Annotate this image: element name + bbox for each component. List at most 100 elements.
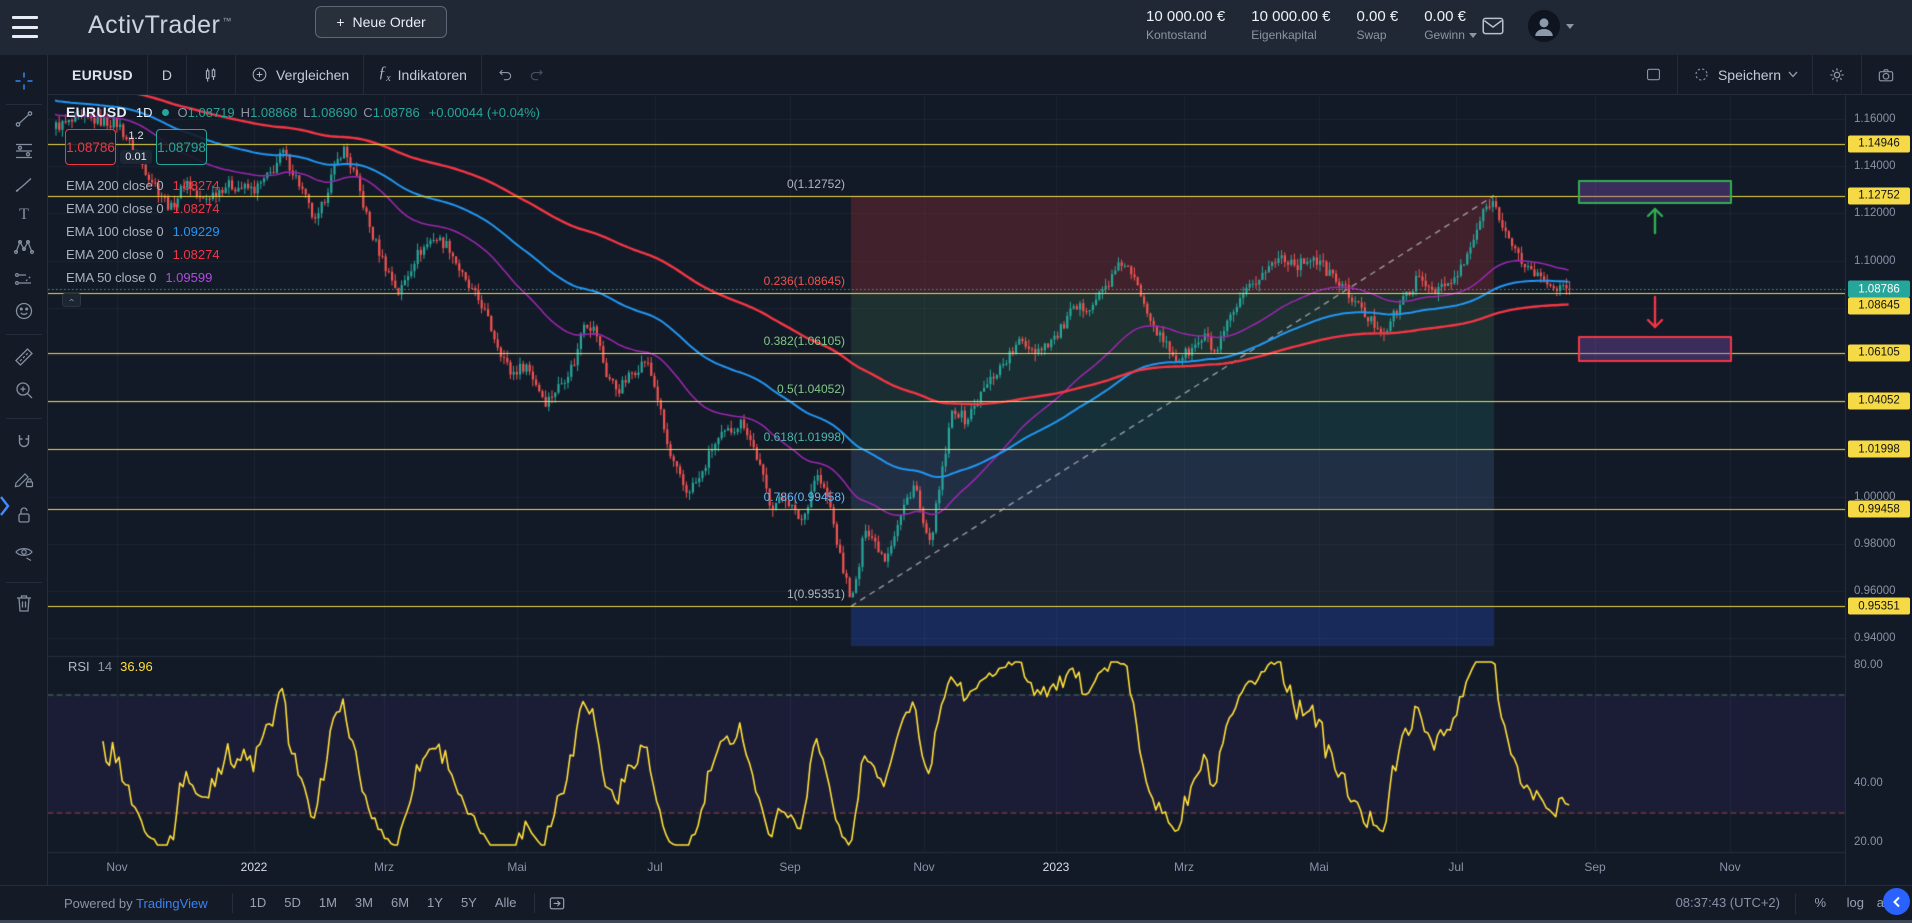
price-scale[interactable]: 1.160001.140001.120001.100001.000000.980… (1845, 95, 1912, 885)
crosshair-icon (12, 69, 36, 98)
sidebar-tool-ruler[interactable] (6, 344, 42, 374)
price-tick: 0.94000 (1854, 632, 1896, 644)
current-price-badge: 1.08786 (1848, 281, 1910, 298)
layout-button[interactable] (1638, 55, 1669, 94)
range-6m[interactable]: 6M (382, 895, 418, 910)
sidebar-tool-drawing-lock[interactable] (6, 466, 42, 496)
panel-expand-chevron[interactable] (0, 494, 11, 523)
sidebar-tool-trend-line[interactable] (6, 106, 42, 136)
price-tick: 1.16000 (1854, 113, 1896, 125)
plus-icon: + (336, 14, 344, 30)
sidebar-tool-crosshair[interactable] (6, 68, 42, 98)
sidebar-tool-zoom-in[interactable] (6, 377, 42, 407)
plus-circle-icon (250, 65, 269, 84)
chart-type-button[interactable] (195, 55, 227, 94)
range-1m[interactable]: 1M (310, 895, 346, 910)
indicators-button[interactable]: ƒx Indikatoren (372, 55, 473, 94)
range-5y[interactable]: 5Y (452, 895, 486, 910)
percent-scale-button[interactable]: % (1814, 895, 1826, 910)
ruler-icon (12, 345, 36, 374)
toolbar-divider (6, 582, 42, 583)
user-avatar[interactable] (1528, 10, 1574, 42)
indicator-row[interactable]: EMA 200 close 01.08274 (66, 174, 220, 197)
sidebar-tool-lock-all[interactable] (6, 502, 42, 532)
sidebar-tool-xabcd-pattern[interactable] (6, 234, 42, 264)
sidebar-tool-brush[interactable] (6, 172, 42, 202)
redo-button[interactable] (521, 55, 552, 94)
time-axis-label: Jul (647, 860, 662, 874)
compare-button[interactable]: Vergleichen (244, 55, 355, 94)
time-axis-label: Nov (106, 860, 127, 874)
sidebar-tool-forecast[interactable] (6, 266, 42, 296)
sidebar-tool-remove-drawings[interactable] (6, 590, 42, 620)
sidebar-tool-emoji[interactable] (6, 298, 42, 328)
menu-icon[interactable] (12, 16, 38, 38)
hide-drawings-icon (12, 541, 36, 570)
level-price-badge: 1.04052 (1848, 392, 1910, 409)
indicator-row[interactable]: EMA 200 close 01.08274 (66, 197, 220, 220)
mail-icon[interactable] (1480, 13, 1506, 44)
price-tick: 1.14000 (1854, 160, 1896, 172)
level-price-badge: 1.12752 (1848, 187, 1910, 204)
cloud-save-icon (1692, 65, 1711, 84)
legend-symbol[interactable]: EURUSD (66, 104, 127, 120)
candles-icon (201, 65, 221, 85)
zoom-in-icon (12, 378, 36, 407)
legend-interval[interactable]: 1D (136, 105, 153, 120)
account-stats: 10 000.00 €Kontostand10 000.00 €Eigenkap… (1146, 8, 1477, 42)
drawing-toolbar: T (0, 55, 48, 885)
gear-icon (1827, 65, 1847, 85)
spread-info: 1.2 0.01 (116, 129, 156, 165)
time-axis-label: Nov (913, 860, 934, 874)
market-status-dot (162, 109, 169, 116)
buy-price-button[interactable]: 1.08798 (156, 129, 207, 165)
sidebar-tool-magnet[interactable] (6, 430, 42, 460)
range-alle[interactable]: Alle (486, 895, 526, 910)
sidebar-tool-hide-drawings[interactable] (6, 540, 42, 570)
indicator-row[interactable]: EMA 200 close 01.08274 (66, 243, 220, 266)
new-order-button[interactable]: + Neue Order (315, 6, 447, 38)
undo-icon (496, 65, 515, 84)
level-price-badge: 1.14946 (1848, 135, 1910, 152)
stat-swap: 0.00 €Swap (1357, 8, 1399, 42)
interval-button[interactable]: D (156, 55, 178, 94)
indicator-row[interactable]: EMA 100 close 01.09229 (66, 220, 220, 243)
sidebar-tool-text[interactable]: T (6, 201, 42, 231)
app-logo: ActivTrader™ (88, 11, 232, 40)
symbol-button[interactable]: EURUSD (48, 55, 139, 94)
pip-size-value: 0.01 (120, 150, 151, 164)
clock[interactable]: 08:37:43 (UTC+2) (1676, 895, 1780, 910)
price-tick: 0.96000 (1854, 585, 1896, 597)
collapse-panel-button[interactable] (1883, 888, 1910, 915)
tradingview-link[interactable]: TradingView (136, 896, 208, 911)
legend-collapse-button[interactable] (62, 293, 81, 307)
range-5d[interactable]: 5D (275, 895, 310, 910)
rsi-tick: 20.00 (1854, 836, 1883, 848)
redo-icon (527, 65, 546, 84)
time-axis-label: Sep (1584, 860, 1605, 874)
chart-canvas[interactable] (48, 95, 1845, 885)
fx-icon: ƒx (378, 64, 390, 84)
brush-icon (12, 173, 36, 202)
stat-gewinn[interactable]: 0.00 €Gewinn (1424, 8, 1477, 42)
log-scale-button[interactable]: log (1847, 895, 1864, 910)
sell-price-button[interactable]: 1.08786 (65, 129, 116, 165)
powered-by: Powered by TradingView (64, 896, 208, 911)
sidebar-tool-fib-retracement[interactable] (6, 138, 42, 168)
screenshot-button[interactable] (1870, 55, 1902, 94)
goto-date-button[interactable] (543, 886, 571, 920)
range-3m[interactable]: 3M (346, 895, 382, 910)
settings-button[interactable] (1821, 55, 1853, 94)
spread-value: 1.2 (128, 130, 143, 142)
range-1y[interactable]: 1Y (418, 895, 452, 910)
time-axis-label: 2023 (1043, 860, 1070, 874)
indicator-row[interactable]: EMA 50 close 01.09599 (66, 266, 220, 289)
magnet-icon (12, 431, 36, 460)
svg-text:T: T (19, 206, 29, 223)
undo-button[interactable] (490, 55, 521, 94)
chevron-down-icon (1788, 71, 1798, 78)
chevron-down-icon (1469, 33, 1477, 38)
remove-drawings-icon (12, 591, 36, 620)
save-button[interactable]: Speichern (1686, 55, 1804, 94)
range-1d[interactable]: 1D (241, 895, 276, 910)
